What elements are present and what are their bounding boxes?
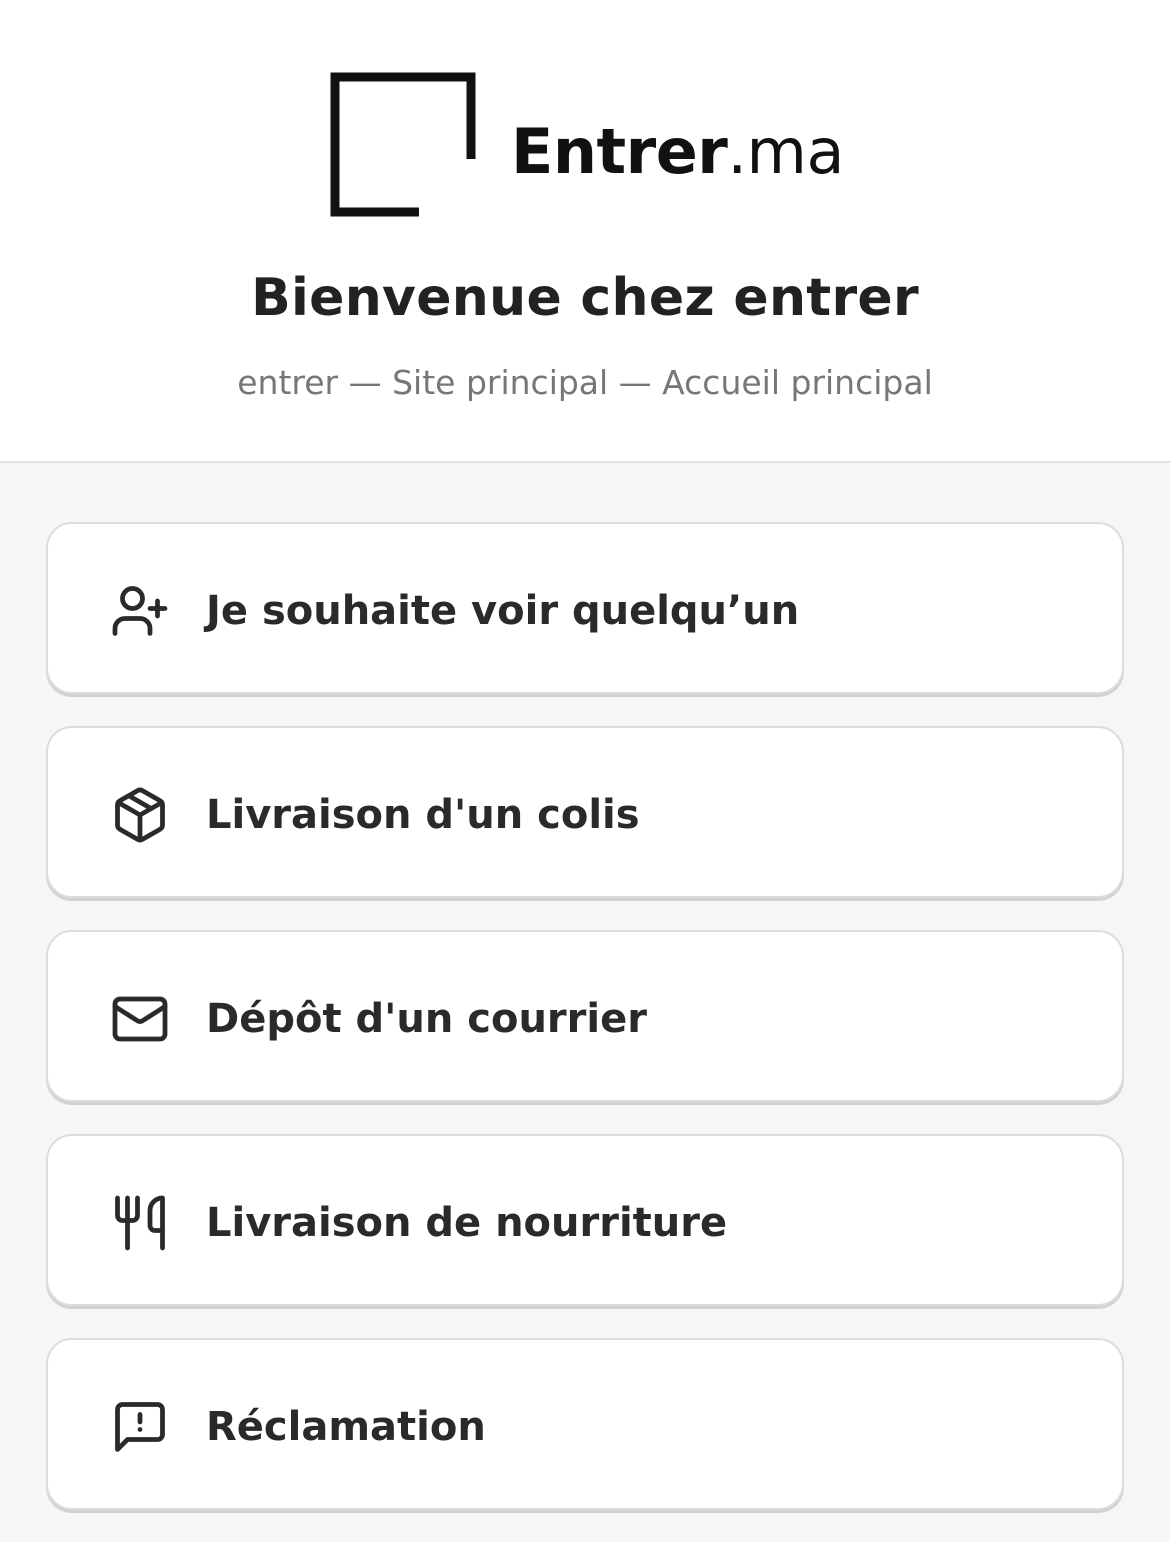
option-complaint[interactable]: Réclamation (46, 1338, 1124, 1510)
user-plus-icon (110, 581, 170, 641)
brand-name-bold: Entrer (511, 115, 728, 188)
page-subtitle: entrer — Site principal — Accueil princi… (237, 363, 933, 402)
option-see-someone[interactable]: Je souhaite voir quelqu’un (46, 522, 1124, 694)
brand-logo: Entrer.ma (330, 72, 844, 217)
utensils-icon (110, 1193, 170, 1253)
option-mail-drop[interactable]: Dépôt d'un courrier (46, 930, 1124, 1102)
logo-mark-icon (330, 72, 476, 217)
visit-options-list: Je souhaite voir quelqu’un Livraison d'u… (46, 522, 1124, 1542)
option-food-delivery[interactable]: Livraison de nourriture (46, 1134, 1124, 1306)
option-label: Réclamation (206, 1404, 486, 1450)
option-label: Je souhaite voir quelqu’un (206, 588, 800, 634)
header: Entrer.ma Bienvenue chez entrer entrer —… (0, 0, 1170, 463)
option-label: Livraison de nourriture (206, 1200, 728, 1246)
option-label: Livraison d'un colis (206, 792, 640, 838)
page-title: Bienvenue chez entrer (251, 268, 919, 328)
mail-icon (110, 989, 170, 1049)
brand-name-suffix: .ma (727, 115, 844, 188)
message-alert-icon (110, 1397, 170, 1457)
package-icon (110, 785, 170, 845)
option-label: Dépôt d'un courrier (206, 996, 647, 1042)
brand-name: Entrer.ma (511, 112, 844, 192)
option-package-delivery[interactable]: Livraison d'un colis (46, 726, 1124, 898)
